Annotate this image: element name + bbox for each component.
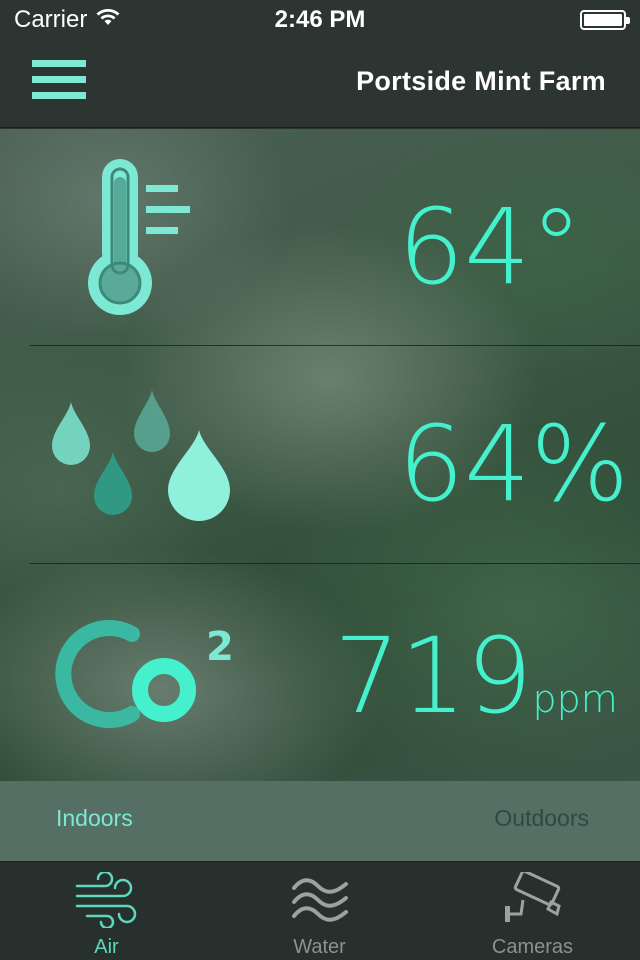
battery-icon bbox=[580, 10, 630, 30]
battery-fill bbox=[584, 14, 622, 26]
status-bar: Carrier 2:46 PM bbox=[0, 0, 640, 40]
tab-water[interactable]: Water bbox=[213, 862, 426, 960]
humidity-value: 64% bbox=[398, 403, 630, 525]
co2-value-group: 719ppm bbox=[334, 624, 618, 728]
co2-unit: ppm bbox=[532, 677, 618, 721]
water-drops-icon bbox=[48, 390, 234, 527]
thermometer-icon bbox=[88, 159, 194, 320]
hamburger-line bbox=[32, 76, 86, 83]
tab-cameras-label: Cameras bbox=[491, 936, 574, 958]
tab-water-label: Water bbox=[293, 936, 346, 958]
indoors-tab[interactable]: Indoors bbox=[56, 805, 133, 832]
page-title: Portside Mint Farm bbox=[356, 66, 606, 96]
temperature-row: 64° bbox=[0, 129, 640, 346]
menu-button[interactable] bbox=[30, 58, 88, 104]
wind-icon bbox=[75, 870, 139, 933]
tab-air[interactable]: Air bbox=[0, 862, 213, 960]
co2-icon: 2 bbox=[44, 616, 240, 737]
location-segmented-control: Indoors Outdoors bbox=[0, 781, 640, 861]
hamburger-line bbox=[32, 92, 86, 99]
security-camera-icon bbox=[501, 869, 565, 933]
metrics-panel: 64° 64% 2 719ppm bbox=[0, 129, 640, 781]
tab-bar: Air Water Cameras bbox=[0, 861, 640, 960]
outdoors-tab[interactable]: Outdoors bbox=[494, 805, 589, 832]
status-time: 2:46 PM bbox=[274, 6, 366, 33]
nav-bar: Portside Mint Farm bbox=[0, 40, 640, 128]
tab-cameras[interactable]: Cameras bbox=[426, 862, 639, 960]
temperature-value: 64° bbox=[398, 186, 583, 308]
tab-air-label: Air bbox=[94, 936, 119, 958]
waves-icon bbox=[290, 872, 350, 931]
humidity-row: 64% bbox=[0, 346, 640, 563]
svg-text:2: 2 bbox=[206, 624, 234, 670]
co2-row: 2 719ppm bbox=[0, 564, 640, 781]
co2-value: 719 bbox=[334, 615, 533, 737]
hamburger-line bbox=[32, 60, 86, 67]
